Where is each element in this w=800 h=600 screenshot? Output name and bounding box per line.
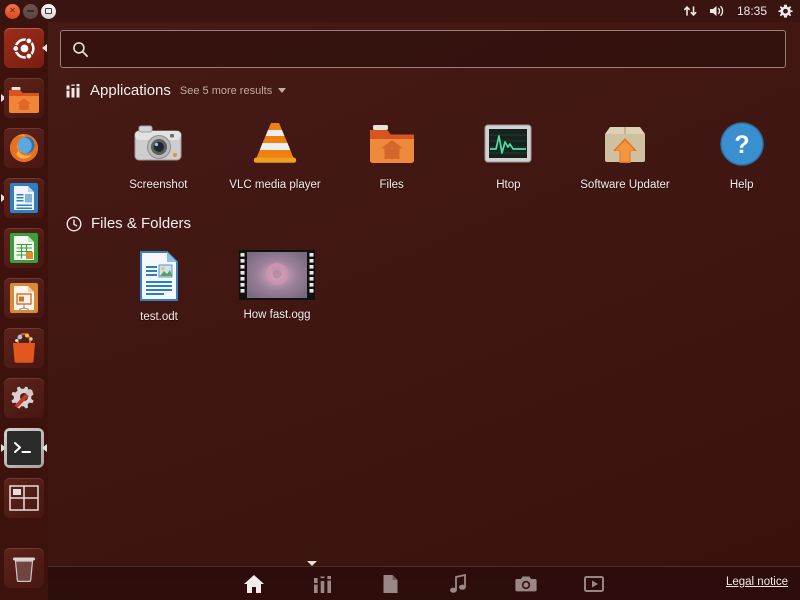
- chevron-down-icon: [278, 88, 287, 93]
- result-label: How fast.ogg: [243, 309, 311, 321]
- unity-launcher: [0, 22, 48, 600]
- result-label: VLC media player: [229, 179, 321, 191]
- lens-photos[interactable]: [515, 573, 537, 595]
- focused-indicator-icon: [42, 444, 47, 452]
- file-icon: [383, 575, 397, 593]
- applications-icon: [313, 576, 331, 593]
- search-input[interactable]: [98, 31, 785, 67]
- results-applications: Screenshot VLC media player Files Htop S…: [100, 118, 800, 191]
- window-close-button[interactable]: ✕: [5, 3, 20, 19]
- launcher-item-impress[interactable]: [0, 274, 48, 322]
- launcher-item-system-settings[interactable]: [0, 374, 48, 422]
- launcher-item-software-center[interactable]: [0, 324, 48, 372]
- result-label: test.odt: [140, 311, 178, 323]
- launcher-item-calc[interactable]: [0, 224, 48, 272]
- odt-document-icon: [133, 250, 185, 302]
- folder-home-icon: [366, 118, 418, 170]
- help-icon: ?: [716, 118, 768, 170]
- minimize-icon: [27, 10, 34, 12]
- unity-dash: Applications See 5 more results Screensh…: [48, 22, 800, 578]
- ubuntu-logo-icon: [11, 36, 35, 60]
- legal-notice-link[interactable]: Legal notice: [726, 576, 788, 588]
- workspace-switcher-icon: [9, 485, 39, 511]
- launcher-item-workspace-switcher[interactable]: [0, 474, 48, 522]
- clock-icon: [66, 215, 82, 232]
- result-htop[interactable]: Htop: [450, 118, 567, 191]
- result-how-fast-ogg[interactable]: How fast.ogg: [218, 250, 336, 323]
- launcher-item-trash[interactable]: [0, 544, 48, 592]
- result-help[interactable]: ? Help: [683, 118, 800, 191]
- vlc-cone-icon: [249, 118, 301, 170]
- group-header-applications: Applications See 5 more results: [66, 82, 287, 99]
- top-panel: ✕ 18:35: [0, 0, 800, 22]
- window-maximize-button[interactable]: [41, 3, 56, 19]
- see-more-label: See 5 more results: [179, 84, 273, 97]
- group-title: Applications: [90, 82, 171, 99]
- launcher-item-files[interactable]: [0, 74, 48, 122]
- lens-home[interactable]: [243, 573, 265, 595]
- search-icon: [73, 41, 89, 57]
- music-note-icon: [450, 574, 466, 593]
- libreoffice-writer-icon: [10, 183, 38, 213]
- window-minimize-button[interactable]: [23, 3, 38, 19]
- results-files-and-folders: test.odt How fast.ogg: [100, 250, 336, 323]
- home-icon: [244, 575, 264, 593]
- camera-icon: [132, 118, 184, 170]
- result-test-odt[interactable]: test.odt: [100, 250, 218, 323]
- software-center-icon: [13, 333, 35, 363]
- lens-bar: [48, 567, 800, 600]
- dash-search-bar[interactable]: [60, 30, 786, 68]
- result-vlc-media-player[interactable]: VLC media player: [217, 118, 334, 191]
- terminal-icon: [14, 442, 31, 453]
- launcher-item-firefox[interactable]: [0, 124, 48, 172]
- active-lens-chevron-icon: [307, 561, 317, 566]
- close-icon: ✕: [9, 6, 16, 15]
- ubuntu-desktop: ✕ 18:35 Applications See 5 more results …: [0, 0, 800, 600]
- htop-monitor-icon: [482, 118, 534, 170]
- see-more-results-applications[interactable]: See 5 more results: [179, 84, 287, 97]
- group-header-files-and-folders: Files & Folders: [66, 215, 191, 232]
- volume-icon[interactable]: [709, 4, 726, 18]
- lens-video[interactable]: [583, 573, 605, 595]
- system-settings-icon: [11, 386, 34, 409]
- lens-music[interactable]: [447, 573, 469, 595]
- network-icon[interactable]: [683, 4, 698, 18]
- result-label: Help: [729, 179, 754, 191]
- result-files[interactable]: Files: [333, 118, 450, 191]
- panel-clock[interactable]: 18:35: [737, 4, 767, 18]
- camera-icon: [515, 576, 537, 592]
- applications-icon: [66, 83, 80, 97]
- libreoffice-calc-icon: [10, 233, 38, 263]
- result-software-updater[interactable]: Software Updater: [567, 118, 684, 191]
- group-title: Files & Folders: [91, 215, 192, 232]
- maximize-icon: [45, 8, 52, 14]
- panel-indicators: 18:35: [683, 4, 800, 19]
- libreoffice-impress-icon: [10, 283, 38, 313]
- launcher-item-terminal[interactable]: [0, 424, 48, 472]
- svg-text:?: ?: [734, 131, 749, 159]
- result-label: Screenshot: [129, 179, 188, 191]
- firefox-icon: [10, 134, 38, 162]
- lens-files[interactable]: [379, 573, 401, 595]
- video-thumbnail-icon: [239, 250, 315, 300]
- dash-bottom-bar: Legal notice: [48, 561, 800, 600]
- software-updater-icon: [599, 118, 651, 170]
- ubuntu-dash-button[interactable]: [0, 24, 48, 72]
- play-icon: [584, 576, 604, 592]
- launcher-arrow-icon: [42, 44, 47, 52]
- lens-applications[interactable]: [311, 573, 333, 595]
- result-screenshot[interactable]: Screenshot: [100, 118, 217, 191]
- window-controls: ✕: [0, 3, 56, 19]
- result-label: Htop: [496, 179, 521, 191]
- result-label: Files: [379, 179, 404, 191]
- gear-icon[interactable]: [778, 4, 793, 19]
- folder-home-icon: [9, 87, 39, 113]
- trash-icon: [13, 557, 35, 583]
- launcher-item-writer[interactable]: [0, 174, 48, 222]
- result-label: Software Updater: [580, 179, 670, 191]
